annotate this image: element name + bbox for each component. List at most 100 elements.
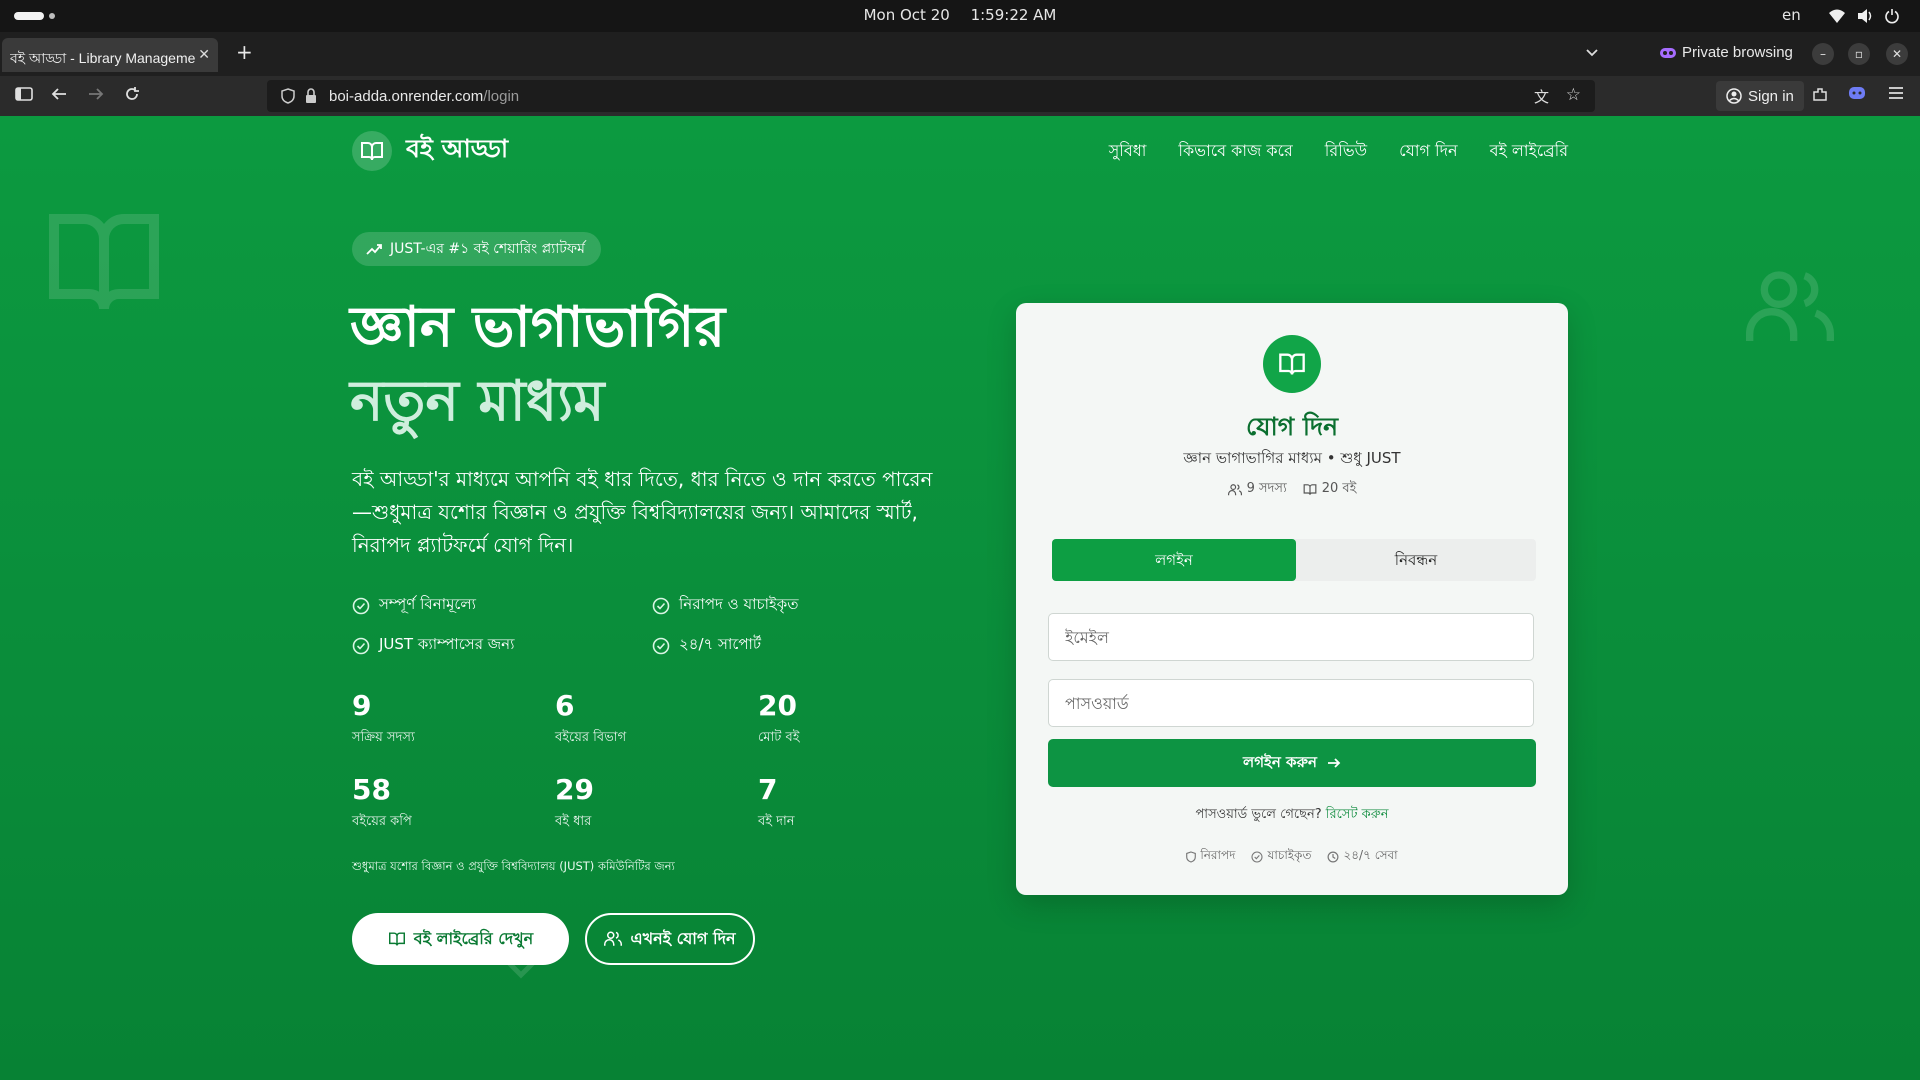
join-now-button[interactable]: এখনই যোগ দিন	[585, 913, 755, 965]
feature-label: JUST ক্যাম্পাসের জন্য	[379, 635, 515, 653]
stat-value: 29	[555, 773, 594, 806]
feature-item: ২৪/৭ সাপোর্ট	[652, 633, 761, 658]
tab-login[interactable]: লগইন	[1052, 539, 1296, 581]
url-path: /login	[483, 88, 520, 105]
trust-verified: যাচাইকৃত	[1251, 847, 1311, 867]
sign-in-button[interactable]: Sign in	[1716, 81, 1804, 111]
power-icon	[1885, 9, 1899, 24]
stat-value: 9	[352, 689, 372, 722]
stat-book-copies: 58 বইয়ের কপি	[352, 773, 412, 833]
lock-icon[interactable]	[305, 88, 317, 104]
check-circle-icon	[1251, 851, 1263, 863]
browser-tab-active[interactable]: বই আড্ডা - Library Manageme ✕	[2, 38, 218, 72]
check-circle-icon	[352, 597, 370, 614]
stat-categories: 6 বইয়ের বিভাগ	[555, 689, 626, 749]
login-submit-button[interactable]: লগইন করুন	[1048, 739, 1536, 787]
stat-label: মোট বই	[758, 730, 800, 745]
book-open-icon	[388, 932, 405, 946]
trust-secure: নিরাপদ	[1186, 847, 1235, 867]
nav-link-join[interactable]: যোগ দিন	[1399, 138, 1457, 165]
back-arrow-icon[interactable]	[51, 86, 67, 102]
bookmark-star-icon[interactable]: ☆	[1566, 85, 1581, 105]
url-host: boi-adda.onrender.com	[329, 88, 484, 105]
feature-item: সম্পূর্ণ বিনামূল্যে	[352, 593, 476, 618]
chevron-down-icon[interactable]	[1584, 45, 1600, 61]
shield-icon	[1186, 851, 1197, 863]
hero-description: বই আড্ডা'র মাধ্যমে আপনি বই ধার দিতে, ধার…	[352, 467, 933, 557]
close-window-button[interactable]: ✕	[1886, 43, 1908, 65]
member-count: 9 সদস্য	[1227, 479, 1287, 500]
nav-link-how-it-works[interactable]: কিভাবে কাজ করে	[1178, 138, 1292, 165]
discord-icon[interactable]	[1848, 86, 1866, 100]
stat-total-books: 20 মোট বই	[758, 689, 799, 749]
feature-label: ২৪/৭ সাপোর্ট	[679, 635, 762, 653]
hero-badge: JUST-এর #১ বই শেয়ারিং প্ল্যাটফর্ম	[352, 232, 601, 266]
auth-tabs: লগইন নিবন্ধন	[1052, 539, 1536, 581]
card-title: যোগ দিন	[1245, 412, 1339, 441]
forward-arrow-icon[interactable]	[88, 86, 104, 102]
trust-label: ২৪/৭ সেবা	[1343, 848, 1398, 862]
stat-value: 7	[758, 773, 778, 806]
restore-button[interactable]: ▫	[1848, 43, 1870, 65]
password-field[interactable]	[1048, 679, 1534, 727]
sign-in-label: Sign in	[1748, 87, 1794, 105]
stat-label: বইয়ের কপি	[352, 814, 412, 829]
translate-icon[interactable]: 文	[1534, 86, 1549, 107]
login-card: যোগ দিন জ্ঞান ভাগাভাগির মাধ্যম • শুধু JU…	[1016, 303, 1568, 895]
book-open-icon	[1303, 484, 1317, 495]
book-count: 20 বই	[1303, 479, 1357, 500]
check-circle-icon	[652, 597, 670, 614]
new-tab-icon[interactable]: +	[236, 40, 253, 64]
hero-badge-text: JUST-এর #১ বই শেয়ারিং প্ল্যাটফর্ম	[390, 241, 585, 257]
trust-badges: নিরাপদ যাচাইকৃত ২৪/৭ সেবা	[1016, 847, 1568, 867]
url-bar[interactable]: boi-adda.onrender.com/login 文 ☆	[267, 80, 1595, 112]
site-nav: সুবিধা কিভাবে কাজ করে রিভিউ যোগ দিন বই ল…	[1109, 138, 1568, 165]
menu-icon[interactable]	[1888, 86, 1904, 100]
os-clock[interactable]: Mon Oct 20 1:59:22 AM	[0, 6, 1920, 24]
check-circle-icon	[652, 637, 670, 654]
keyboard-language[interactable]: en	[1782, 6, 1801, 24]
tab-close-icon[interactable]: ✕	[198, 46, 210, 63]
url-text[interactable]: boi-adda.onrender.com/login	[329, 88, 519, 105]
sidebar-icon[interactable]	[15, 86, 33, 102]
feature-label: সম্পূর্ণ বিনামূল্যে	[379, 595, 476, 613]
card-meta: 9 সদস্য 20 বই	[1016, 479, 1568, 500]
tab-register[interactable]: নিবন্ধন	[1296, 539, 1536, 581]
nav-link-reviews[interactable]: রিভিউ	[1325, 138, 1367, 165]
reset-password-link[interactable]: রিসেট করুন	[1326, 807, 1389, 822]
extensions-icon[interactable]	[1812, 86, 1828, 102]
private-browsing-indicator: Private browsing	[1660, 44, 1793, 61]
stat-label: সক্রিয় সদস্য	[352, 730, 415, 745]
email-field[interactable]	[1048, 613, 1534, 661]
view-library-button[interactable]: বই লাইব্রেরি দেখুন	[352, 913, 569, 965]
trust-label: যাচাইকৃত	[1267, 848, 1312, 862]
book-open-icon	[1279, 353, 1305, 375]
logo-badge	[352, 130, 392, 171]
web-page: বই আড্ডা সুবিধা কিভাবে কাজ করে রিভিউ যোগ…	[0, 116, 1920, 1080]
member-count-text: 9 সদস্য	[1246, 481, 1287, 496]
private-label: Private browsing	[1682, 44, 1793, 61]
stat-value: 58	[352, 773, 391, 806]
check-circle-icon	[352, 637, 370, 654]
system-tray[interactable]	[1828, 8, 1900, 24]
nav-link-library[interactable]: বই লাইব্রেরি	[1490, 138, 1568, 165]
clock-icon	[1327, 851, 1339, 863]
account-icon	[1726, 88, 1742, 104]
view-library-label: বই লাইব্রেরি দেখুন	[413, 928, 534, 948]
nav-link-features[interactable]: সুবিধা	[1109, 138, 1147, 165]
minimize-button[interactable]: –	[1812, 43, 1834, 65]
stat-active-members: 9 সক্রিয় সদস্য	[352, 689, 415, 749]
trust-label: নিরাপদ	[1200, 848, 1236, 862]
book-count-text: 20 বই	[1321, 481, 1357, 496]
wifi-icon	[1829, 9, 1845, 23]
stat-value: 20	[758, 689, 797, 722]
users-icon	[1227, 483, 1242, 495]
book-open-icon	[361, 141, 383, 160]
site-logo[interactable]: বই আড্ডা	[352, 129, 508, 172]
card-subtitle: জ্ঞান ভাগাভাগির মাধ্যম • শুধু JUST	[1183, 449, 1401, 467]
stat-donated: 7 বই দান	[758, 773, 795, 833]
shield-icon[interactable]	[281, 88, 295, 104]
reload-icon[interactable]	[124, 86, 140, 102]
private-mask-icon	[1660, 47, 1676, 58]
browser-tab-bar	[0, 32, 1920, 76]
